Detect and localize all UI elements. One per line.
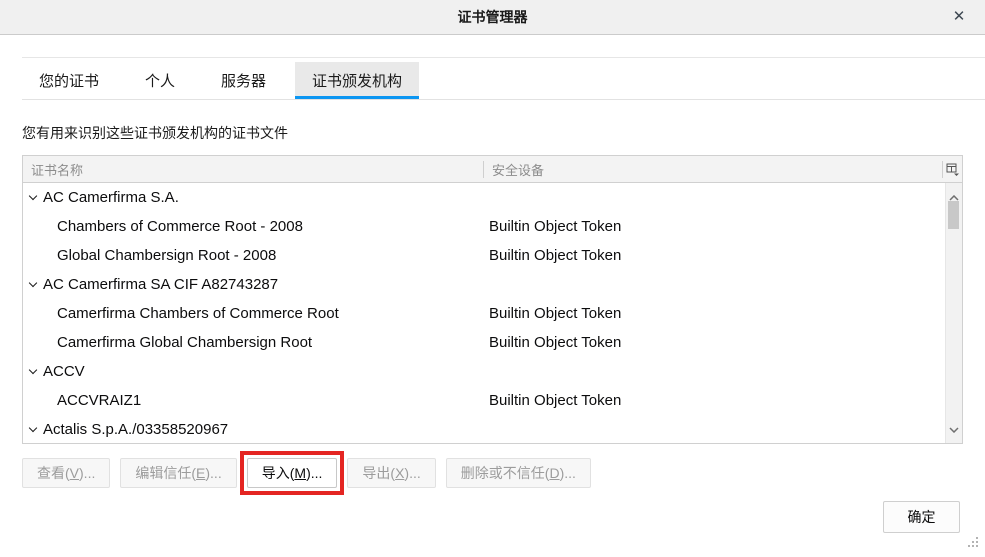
- window-title: 证书管理器: [458, 7, 528, 27]
- view-button[interactable]: 查看(V)...: [22, 458, 110, 488]
- tab-label: 服务器: [221, 70, 266, 91]
- cert-name: ACCV: [43, 363, 85, 380]
- cert-name: Camerfirma Chambers of Commerce Root: [57, 305, 339, 322]
- action-button-row: 查看(V)... 编辑信任(E)... 导入(M)... 导出(X)... 删除…: [22, 458, 591, 488]
- column-header-security-device[interactable]: 安全设备: [484, 160, 942, 179]
- security-device-cell: Builtin Object Token: [483, 392, 945, 409]
- cert-name: ACCVRAIZ1: [57, 392, 141, 409]
- tab-label: 您的证书: [39, 70, 99, 91]
- cert-group-row[interactable]: AC Camerfirma S.A.: [23, 183, 945, 212]
- button-label: 查看(: [37, 463, 70, 483]
- cert-name: Actalis S.p.A./03358520967: [43, 421, 228, 438]
- import-button[interactable]: 导入(M)...: [247, 458, 338, 488]
- access-key: X: [395, 465, 404, 481]
- tab-label: 个人: [145, 70, 175, 91]
- cert-group-row[interactable]: Actalis S.p.A./03358520967: [23, 415, 945, 443]
- button-label: 导入(: [262, 463, 295, 483]
- certificate-manager-dialog: { "window": { "title": "证书管理器", "close_g…: [0, 0, 985, 557]
- chevron-down-icon[interactable]: [29, 191, 37, 199]
- access-key: D: [549, 465, 559, 481]
- cert-name-cell: AC Camerfirma S.A.: [23, 189, 483, 206]
- cert-name: Camerfirma Global Chambersign Root: [57, 334, 312, 351]
- security-device-cell: Builtin Object Token: [483, 305, 945, 322]
- cert-name: AC Camerfirma SA CIF A82743287: [43, 276, 278, 293]
- cert-name-cell: Global Chambersign Root - 2008: [23, 247, 483, 264]
- table-body: AC Camerfirma S.A. Chambers of Commerce R…: [23, 183, 962, 443]
- tab-your-certificates[interactable]: 您的证书: [22, 62, 116, 99]
- button-label: )...: [79, 465, 95, 481]
- chevron-down-icon[interactable]: [29, 278, 37, 286]
- scrollbar-thumb[interactable]: [948, 201, 959, 229]
- vertical-scrollbar[interactable]: [945, 183, 962, 443]
- button-label: )...: [306, 465, 322, 481]
- security-device-cell: Builtin Object Token: [483, 218, 945, 235]
- cert-leaf-row[interactable]: Chambers of Commerce Root - 2008 Builtin …: [23, 212, 945, 241]
- cert-group-row[interactable]: ACCV: [23, 357, 945, 386]
- cert-leaf-row[interactable]: Global Chambersign Root - 2008 Builtin Ob…: [23, 241, 945, 270]
- cert-name-cell: AC Camerfirma SA CIF A82743287: [23, 276, 483, 293]
- access-key: M: [294, 465, 306, 481]
- import-button-wrapper: 导入(M)...: [247, 458, 338, 488]
- cert-name-cell: Camerfirma Global Chambersign Root: [23, 334, 483, 351]
- button-label: 编辑信任(: [135, 463, 196, 483]
- titlebar: 证书管理器 ✕: [0, 0, 985, 35]
- scroll-down-arrow-icon[interactable]: [946, 420, 962, 438]
- cert-name-cell: Camerfirma Chambers of Commerce Root: [23, 305, 483, 322]
- cert-leaf-row[interactable]: Camerfirma Chambers of Commerce Root Buil…: [23, 299, 945, 328]
- cert-name: Chambers of Commerce Root - 2008: [57, 218, 303, 235]
- button-label: 导出(: [362, 463, 395, 483]
- tab-servers[interactable]: 服务器: [204, 62, 283, 99]
- column-picker-icon[interactable]: [943, 156, 962, 182]
- cert-name-cell: ACCVRAIZ1: [23, 392, 483, 409]
- button-label: )...: [205, 465, 221, 481]
- tab-strip: 您的证书 个人 服务器 证书颁发机构: [22, 57, 985, 100]
- table-header: 证书名称 安全设备: [23, 156, 962, 183]
- close-icon[interactable]: ✕: [949, 7, 969, 27]
- export-button[interactable]: 导出(X)...: [347, 458, 435, 488]
- cert-leaf-row[interactable]: ACCVRAIZ1 Builtin Object Token: [23, 386, 945, 415]
- authorities-description: 您有用来识别这些证书颁发机构的证书文件: [22, 123, 288, 143]
- cert-group-row[interactable]: AC Camerfirma SA CIF A82743287: [23, 270, 945, 299]
- edit-trust-button[interactable]: 编辑信任(E)...: [120, 458, 236, 488]
- cert-name-cell: Chambers of Commerce Root - 2008: [23, 218, 483, 235]
- chevron-down-icon[interactable]: [29, 423, 37, 431]
- tab-authorities[interactable]: 证书颁发机构: [295, 62, 419, 99]
- button-label: 删除或不信任(: [461, 463, 550, 483]
- cert-name: AC Camerfirma S.A.: [43, 189, 179, 206]
- column-header-certificate-name[interactable]: 证书名称: [23, 160, 483, 179]
- ok-button[interactable]: 确定: [883, 501, 960, 533]
- tab-people[interactable]: 个人: [128, 62, 192, 99]
- resize-grip-icon[interactable]: [966, 535, 979, 553]
- delete-or-distrust-button[interactable]: 删除或不信任(D)...: [446, 458, 591, 488]
- cert-name-cell: ACCV: [23, 363, 483, 380]
- certificate-rows: AC Camerfirma S.A. Chambers of Commerce R…: [23, 183, 945, 443]
- certificate-table: 证书名称 安全设备 AC Camerfirma S.A. Chambers of …: [22, 155, 963, 444]
- button-label: )...: [560, 465, 576, 481]
- button-label: )...: [404, 465, 420, 481]
- cert-leaf-row[interactable]: Camerfirma Global Chambersign Root Builti…: [23, 328, 945, 357]
- cert-name-cell: Actalis S.p.A./03358520967: [23, 421, 483, 438]
- access-key: V: [70, 465, 79, 481]
- cert-name: Global Chambersign Root - 2008: [57, 247, 276, 264]
- access-key: E: [196, 465, 205, 481]
- security-device-cell: Builtin Object Token: [483, 247, 945, 264]
- chevron-down-icon[interactable]: [29, 365, 37, 373]
- security-device-cell: Builtin Object Token: [483, 334, 945, 351]
- tab-label: 证书颁发机构: [312, 70, 402, 91]
